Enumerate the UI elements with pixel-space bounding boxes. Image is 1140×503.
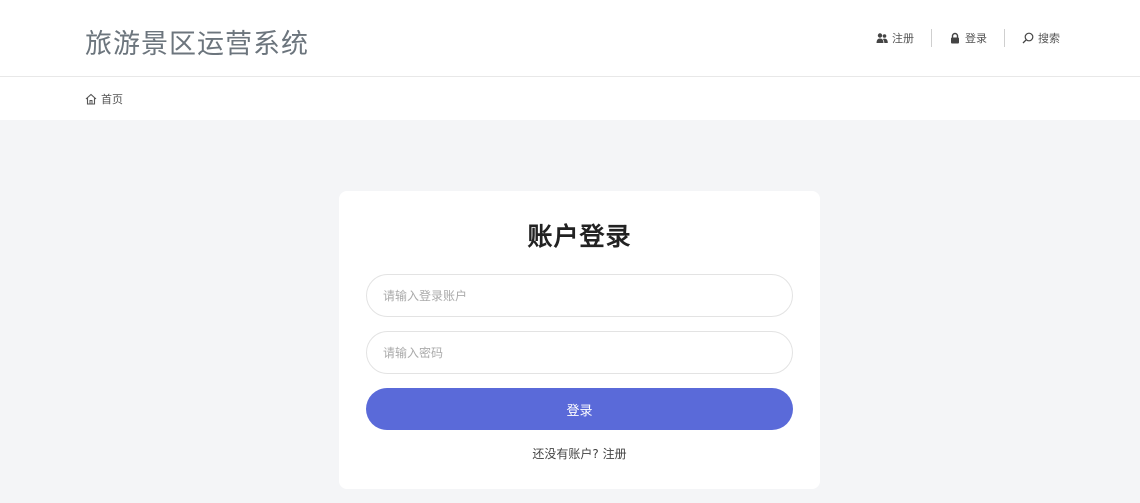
nav-login-label: 登录 bbox=[965, 32, 987, 45]
nav-divider bbox=[931, 29, 932, 47]
breadcrumb-bar: 首页 bbox=[0, 77, 1140, 120]
nav-register[interactable]: 注册 bbox=[876, 30, 914, 46]
account-input[interactable] bbox=[366, 274, 793, 317]
login-title: 账户登录 bbox=[527, 222, 632, 251]
top-header: 旅游景区运营系统 注册 登录 搜索 bbox=[0, 0, 1140, 77]
site-title[interactable]: 旅游景区运营系统 bbox=[85, 22, 309, 61]
breadcrumb-home-label: 首页 bbox=[101, 93, 123, 106]
nav-divider bbox=[1004, 29, 1005, 47]
password-input[interactable] bbox=[366, 331, 793, 374]
nav-register-label: 注册 bbox=[892, 32, 914, 45]
nav-search[interactable]: 搜索 bbox=[1022, 30, 1060, 46]
nav-search-label: 搜索 bbox=[1038, 32, 1060, 45]
lock-icon bbox=[951, 32, 959, 44]
search-icon bbox=[1022, 32, 1034, 44]
register-prompt: 还没有账户? 注册 bbox=[339, 445, 820, 462]
no-account-text: 还没有账户? bbox=[532, 447, 599, 461]
home-icon bbox=[85, 93, 97, 105]
breadcrumb-home[interactable]: 首页 bbox=[85, 91, 123, 107]
login-button[interactable]: 登录 bbox=[366, 388, 793, 430]
users-icon bbox=[876, 33, 888, 43]
login-card: 账户登录 登录 还没有账户? 注册 bbox=[339, 191, 820, 489]
top-nav: 注册 登录 搜索 bbox=[876, 29, 1060, 47]
register-link[interactable]: 注册 bbox=[603, 447, 627, 461]
nav-login[interactable]: 登录 bbox=[949, 30, 987, 46]
